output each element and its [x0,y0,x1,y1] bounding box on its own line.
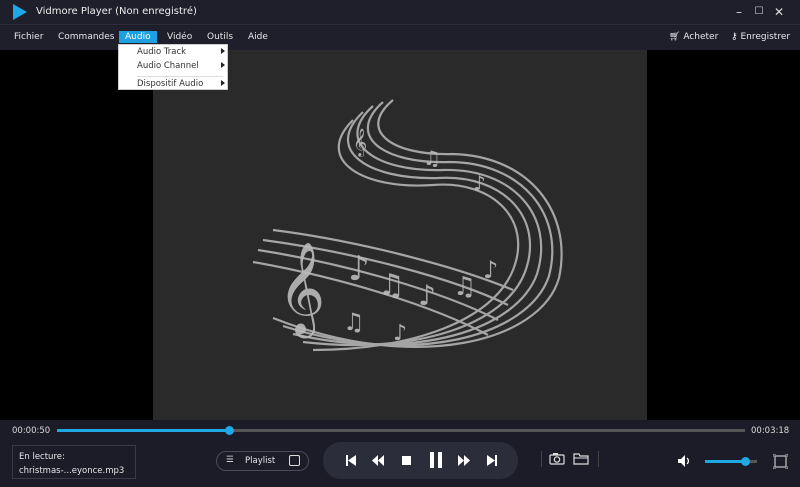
previous-track-icon[interactable] [346,455,356,466]
playlist-button[interactable]: ☰ Playlist [216,451,309,471]
current-time: 00:00:50 [12,426,51,436]
volume-thumb[interactable] [741,457,751,466]
svg-text:𝄞: 𝄞 [278,241,325,338]
divider [598,451,599,467]
audio-dropdown-menu: Audio Track Audio Channel Dispositif Aud… [118,44,228,90]
svg-text:♪: ♪ [418,279,436,312]
submenu-arrow-icon [221,48,225,54]
menu-item-label: Audio Track [137,47,187,57]
menu-audio[interactable]: Audio [119,31,157,43]
minimize-button[interactable]: – [729,3,749,21]
menu-item-label: Audio Channel [137,61,199,71]
fullscreen-icon[interactable] [773,454,788,469]
menu-item-audio-track[interactable]: Audio Track [137,47,225,57]
playlist-label: Playlist [245,456,276,466]
svg-text:♪: ♪ [483,256,498,284]
svg-text:♫: ♫ [378,268,405,303]
menu-item-dispositif-audio[interactable]: Dispositif Audio [137,79,225,89]
window-title: Vidmore Player (Non enregistré) [36,6,197,17]
submenu-arrow-icon [221,80,225,86]
menu-outils[interactable]: Outils [201,31,239,43]
video-area[interactable]: 𝄞 ♪ ♫ ♪ ♫ ♪ 𝄞 ♫ ♪ ♪ ♫ [0,50,800,420]
svg-text:♫: ♫ [453,272,476,302]
list-icon: ☰ [226,455,234,465]
seek-bar[interactable] [57,426,745,435]
rewind-icon[interactable] [372,455,384,466]
camera-icon[interactable] [549,452,565,465]
menu-video[interactable]: Vidéo [161,31,198,43]
seek-bar-fill [57,429,229,432]
svg-text:♫: ♫ [423,146,441,170]
register-link[interactable]: ⚷ Enregistrer [731,32,790,42]
now-playing-file: christmas-...eyonce.mp3 [19,466,125,476]
next-track-icon[interactable] [487,455,497,466]
submenu-arrow-icon [221,62,225,68]
svg-text:♫: ♫ [343,308,365,336]
menu-commandes[interactable]: Commandes [52,31,120,43]
title-bar: Vidmore Player (Non enregistré) – ☐ ✕ [0,0,800,25]
app-logo-icon [13,4,27,20]
pause-icon[interactable] [430,452,442,468]
close-button[interactable]: ✕ [769,3,789,21]
total-time: 00:03:18 [751,426,790,436]
menu-item-audio-channel[interactable]: Audio Channel [137,61,225,71]
playback-controls [323,442,518,479]
volume-slider[interactable] [705,457,757,466]
album-art: 𝄞 ♪ ♫ ♪ ♫ ♪ 𝄞 ♫ ♪ ♪ ♫ [153,50,647,420]
menu-aide[interactable]: Aide [242,31,274,43]
volume-icon[interactable] [678,455,692,467]
svg-text:♪: ♪ [348,249,370,289]
buy-link[interactable]: 🛒︎ Acheter [669,32,718,42]
maximize-button[interactable]: ☐ [749,3,769,21]
folder-icon[interactable] [573,452,589,465]
cart-icon: 🛒︎ [669,32,681,42]
svg-text:♪: ♪ [473,171,486,195]
svg-text:𝄞: 𝄞 [353,128,367,157]
fast-forward-icon[interactable] [458,455,470,466]
register-label: Enregistrer [740,32,791,42]
menu-fichier[interactable]: Fichier [8,31,49,43]
playlist-toggle-icon[interactable] [289,455,300,466]
svg-text:♪: ♪ [393,321,407,346]
seek-bar-thumb[interactable] [225,426,234,435]
buy-label: Acheter [683,32,719,42]
now-playing-box: En lecture: christmas-...eyonce.mp3 [12,445,136,479]
stop-icon[interactable] [402,456,411,465]
music-notes-artwork: 𝄞 ♪ ♫ ♪ ♫ ♪ 𝄞 ♫ ♪ ♪ ♫ [252,99,563,352]
divider [541,451,542,467]
key-icon: ⚷ [731,32,738,42]
now-playing-label: En lecture: [19,452,65,462]
volume-fill [705,460,746,463]
menu-separator [137,76,223,77]
menu-item-label: Dispositif Audio [137,79,204,89]
